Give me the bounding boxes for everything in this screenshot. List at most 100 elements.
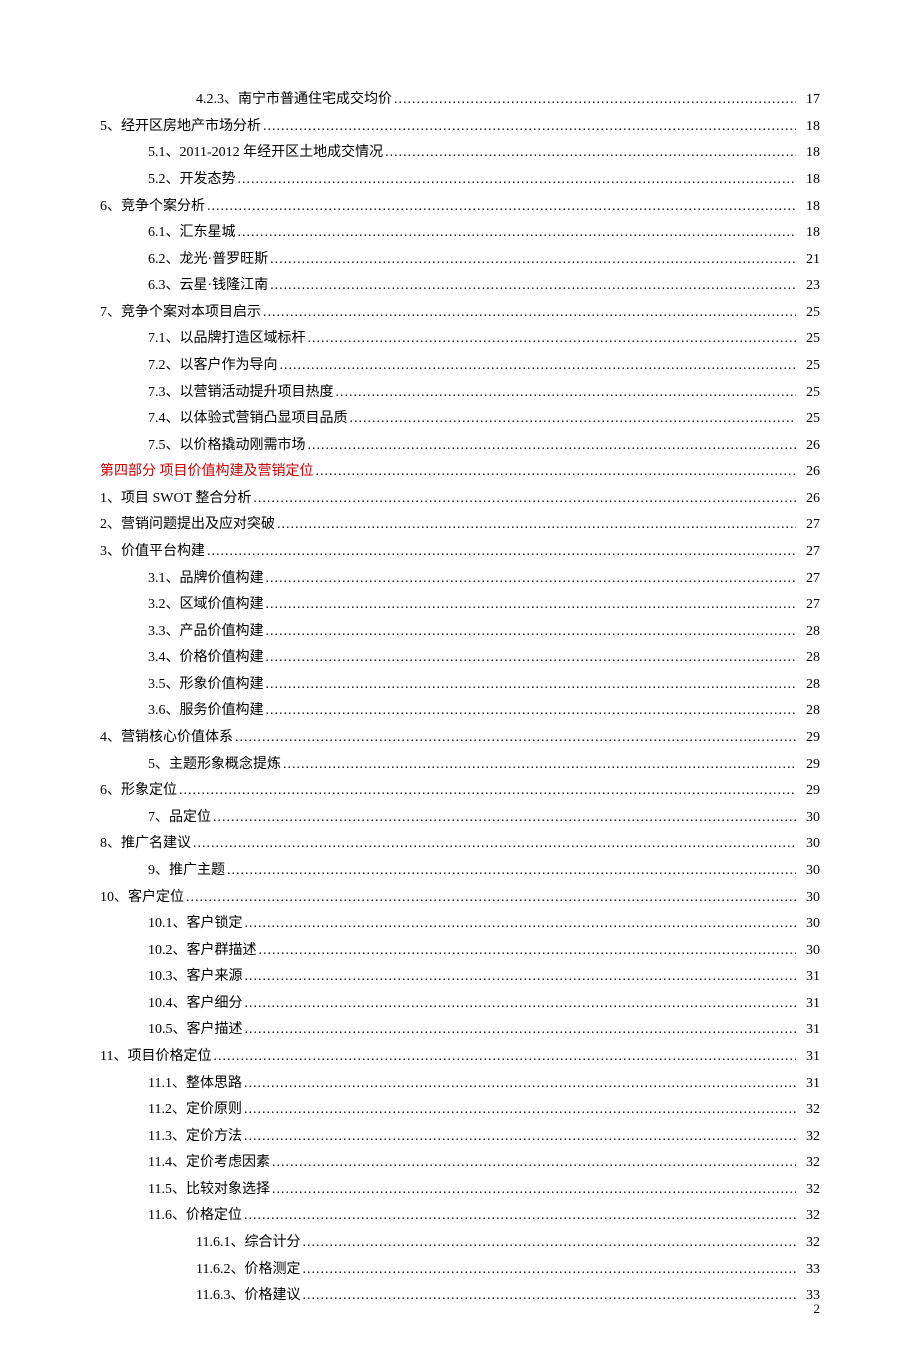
toc-entry-page: 30	[798, 833, 820, 855]
toc-dots	[385, 142, 796, 164]
toc-entry: 7.2、以客户作为导向25	[148, 355, 820, 377]
toc-entry-text: 7.3、以营销活动提升项目热度	[148, 382, 334, 404]
toc-entry: 第四部分 项目价值构建及营销定位26	[100, 461, 820, 483]
toc-dots	[302, 1232, 796, 1254]
toc-dots	[245, 1019, 797, 1041]
toc-entry: 5、经开区房地产市场分析18	[100, 116, 820, 138]
toc-entry: 7.5、以价格撬动刚需市场26	[148, 435, 820, 457]
toc-entry-text: 5、主题形象概念提炼	[148, 754, 281, 776]
toc-entry: 6、形象定位29	[100, 780, 820, 802]
toc-entry-text: 11.6.3、价格建议	[196, 1285, 300, 1307]
toc-entry-text: 3.4、价格价值构建	[148, 647, 264, 669]
toc-entry: 6.1、汇东星城18	[148, 222, 820, 244]
toc-entry-text: 1、项目 SWOT 整合分析	[100, 488, 251, 510]
toc-entry: 11.5、比较对象选择32	[148, 1179, 820, 1201]
toc-dots	[350, 408, 797, 430]
toc-entry-page: 29	[798, 754, 820, 776]
toc-dots	[302, 1259, 796, 1281]
toc-entry: 8、推广名建议 30	[100, 833, 820, 855]
toc-dots	[308, 328, 797, 350]
toc-dots	[193, 833, 796, 855]
toc-entry-page: 26	[798, 435, 820, 457]
toc-entry-page: 18	[798, 196, 820, 218]
table-of-contents: 4.2.3、南宁市普通住宅成交均价175、经开区房地产市场分析185.1、201…	[100, 89, 820, 1307]
toc-entry-page: 26	[798, 461, 820, 483]
toc-dots	[207, 541, 796, 563]
toc-entry-text: 11、项目价格定位	[100, 1046, 211, 1068]
toc-entry-text: 11.2、定价原则	[148, 1099, 242, 1121]
toc-entry: 3.3、产品价值构建28	[148, 621, 820, 643]
toc-entry: 3.6、服务价值构建28	[148, 700, 820, 722]
toc-dots	[283, 754, 796, 776]
toc-entry-text: 7.2、以客户作为导向	[148, 355, 278, 377]
toc-entry-text: 6、竞争个案分析	[100, 196, 205, 218]
toc-dots	[245, 966, 797, 988]
toc-entry: 6.2、龙光·普罗旺斯21	[148, 249, 820, 271]
toc-entry: 11.4、定价考虑因素32	[148, 1152, 820, 1174]
toc-entry-page: 32	[798, 1099, 820, 1121]
toc-dots	[238, 169, 797, 191]
toc-entry-text: 6.2、龙光·普罗旺斯	[148, 249, 268, 271]
toc-entry-page: 29	[798, 727, 820, 749]
toc-dots	[270, 275, 796, 297]
toc-dots	[272, 1179, 796, 1201]
toc-entry-page: 32	[798, 1232, 820, 1254]
toc-entry-page: 32	[798, 1152, 820, 1174]
toc-dots	[245, 913, 797, 935]
toc-entry-page: 28	[798, 674, 820, 696]
toc-entry-text: 5、经开区房地产市场分析	[100, 116, 261, 138]
toc-entry-text: 6、形象定位	[100, 780, 177, 802]
toc-entry: 10.5、客户描述31	[148, 1019, 820, 1041]
toc-entry-text: 8、推广名建议	[100, 833, 191, 855]
toc-dots	[244, 1126, 796, 1148]
toc-entry: 5、主题形象概念提炼 29	[148, 754, 820, 776]
toc-entry-text: 7.4、以体验式营销凸显项目品质	[148, 408, 348, 430]
toc-entry: 11.2、定价原则 32	[148, 1099, 820, 1121]
toc-dots	[263, 302, 796, 324]
toc-entry: 5.2、开发态势18	[148, 169, 820, 191]
toc-entry-text: 3.5、形象价值构建	[148, 674, 264, 696]
toc-dots	[245, 993, 797, 1015]
toc-entry-text: 10.3、客户来源	[148, 966, 243, 988]
toc-entry-text: 7.1、以品牌打造区域标杆	[148, 328, 306, 350]
toc-entry-page: 27	[798, 514, 820, 536]
toc-dots	[302, 1285, 796, 1307]
toc-entry-text: 7、竞争个案对本项目启示	[100, 302, 261, 324]
toc-entry: 7、品定位30	[148, 807, 820, 829]
toc-dots	[316, 461, 797, 483]
toc-entry-text: 2、营销问题提出及应对突破	[100, 514, 275, 536]
toc-dots	[213, 807, 796, 829]
toc-entry-page: 28	[798, 621, 820, 643]
toc-entry-page: 23	[798, 275, 820, 297]
toc-dots	[238, 222, 797, 244]
toc-entry-text: 7、品定位	[148, 807, 211, 829]
toc-entry: 2、营销问题提出及应对突破 27	[100, 514, 820, 536]
toc-dots	[266, 647, 797, 669]
toc-entry-text: 3.2、区域价值构建	[148, 594, 264, 616]
toc-dots	[272, 1152, 796, 1174]
toc-entry-page: 18	[798, 142, 820, 164]
toc-entry: 3.2、区域价值构建27	[148, 594, 820, 616]
toc-entry: 1、项目 SWOT 整合分析 26	[100, 488, 820, 510]
toc-dots	[266, 700, 797, 722]
toc-entry-page: 30	[798, 913, 820, 935]
toc-entry: 7.3、以营销活动提升项目热度 25	[148, 382, 820, 404]
toc-entry-page: 17	[798, 89, 820, 111]
toc-entry-page: 25	[798, 382, 820, 404]
toc-entry-text: 5.1、2011-2012 年经开区土地成交情况	[148, 142, 383, 164]
toc-dots	[308, 435, 797, 457]
toc-entry: 11.1、整体思路31	[148, 1073, 820, 1095]
toc-entry: 3、价值平台构建27	[100, 541, 820, 563]
toc-entry-page: 25	[798, 328, 820, 350]
toc-entry-page: 27	[798, 541, 820, 563]
toc-entry-text: 10.4、客户细分	[148, 993, 243, 1015]
toc-entry-page: 31	[798, 1019, 820, 1041]
toc-entry-page: 26	[798, 488, 820, 510]
toc-entry: 6.3、云星·钱隆江南23	[148, 275, 820, 297]
toc-dots	[213, 1046, 796, 1068]
toc-entry-page: 32	[798, 1205, 820, 1227]
toc-entry: 11.6.2、价格测定33	[196, 1259, 820, 1281]
toc-dots	[266, 594, 797, 616]
toc-entry-text: 3.6、服务价值构建	[148, 700, 264, 722]
toc-entry: 7.4、以体验式营销凸显项目品质25	[148, 408, 820, 430]
